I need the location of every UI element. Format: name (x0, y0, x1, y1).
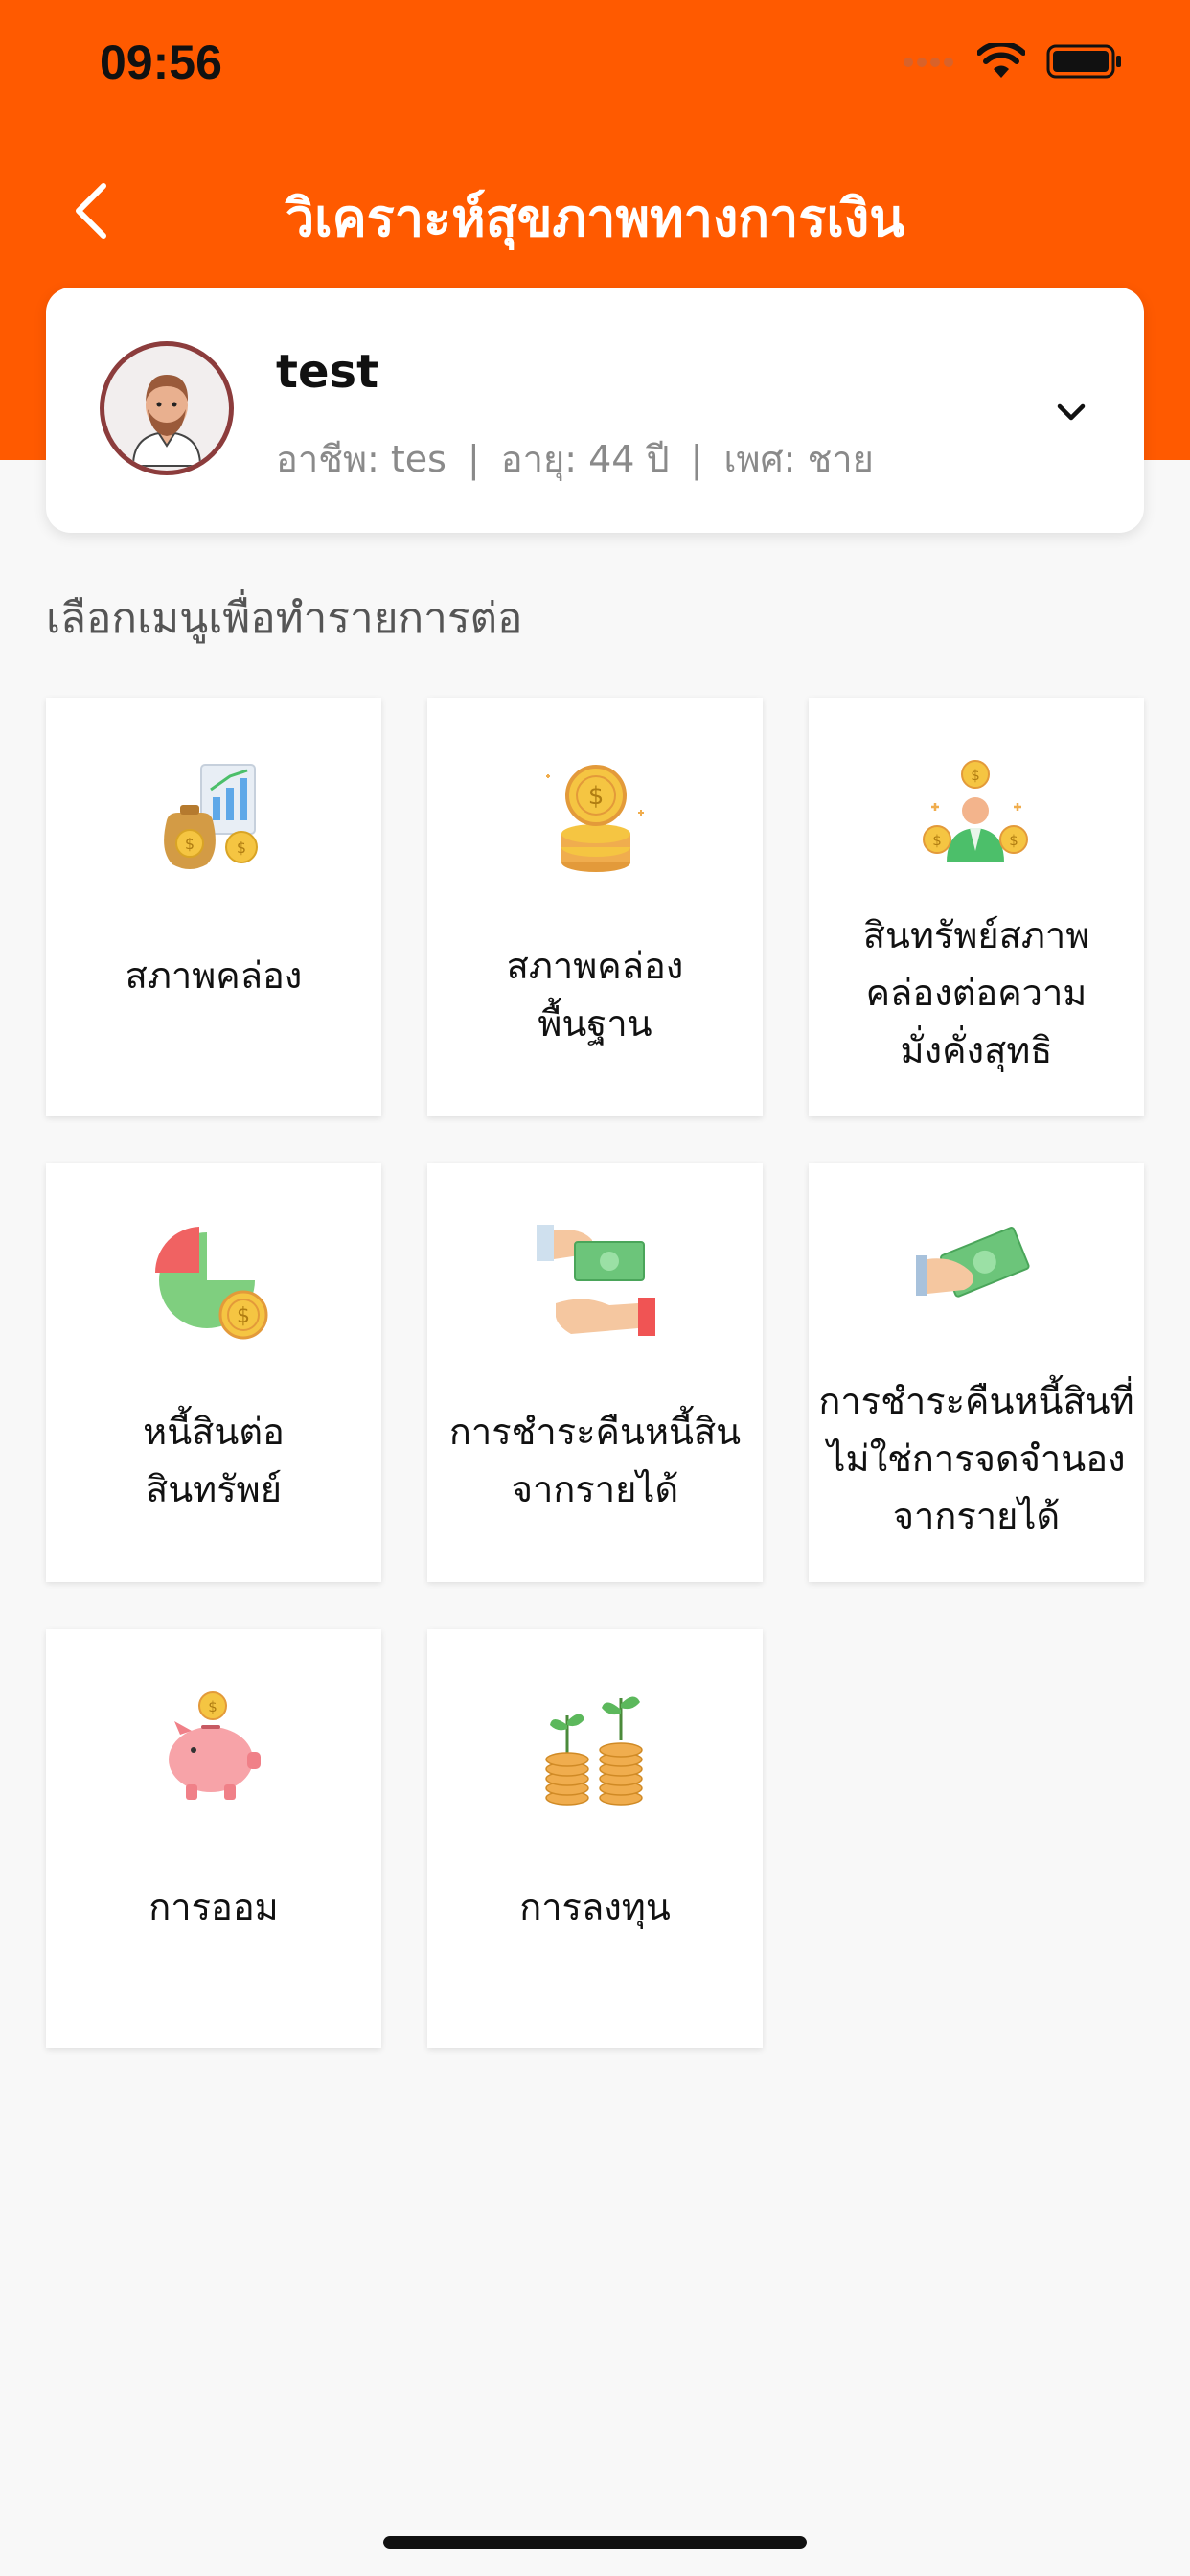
status-icons (903, 40, 1123, 84)
menu-item-debt-to-assets[interactable]: $ หนี้สินต่อ สินทรัพย์ (46, 1163, 381, 1582)
separator: | (467, 438, 480, 480)
menu-item-basic-liquidity[interactable]: $ สภาพคล่อง พื้นฐาน (427, 698, 763, 1116)
menu-item-liquidity[interactable]: $ $ สภาพคล่อง (46, 698, 381, 1116)
menu-item-label: การชำระคืนหนี้สิน จากรายได้ (448, 1411, 742, 1510)
menu-item-label: สภาพคล่อง พื้นฐาน (506, 945, 684, 1045)
svg-text:$: $ (1009, 832, 1018, 849)
status-time: 09:56 (100, 35, 222, 89)
home-indicator[interactable] (383, 2536, 807, 2549)
svg-text:$: $ (932, 832, 942, 849)
coins-stack-icon: $ (546, 765, 644, 872)
svg-text:$: $ (185, 835, 195, 853)
svg-text:$: $ (971, 767, 980, 784)
menu-item-savings[interactable]: $ การออม (46, 1629, 381, 2048)
menu-item-label: สินทรัพย์สภาพ คล่องต่อความ มั่งคั่งสุทธิ (862, 914, 1090, 1071)
navigation-bar: วิเคราะห์สุขภาพทางการเงิน (0, 163, 1190, 259)
separator: | (690, 438, 703, 480)
status-bar: 09:56 (0, 0, 1190, 134)
menu-item-label: สภาพคล่อง (125, 954, 303, 997)
chevron-down-icon[interactable] (1052, 393, 1090, 431)
svg-text:$: $ (588, 782, 605, 811)
menu-item-debt-repayment-from-income[interactable]: การชำระคืนหนี้สิน จากรายได้ (427, 1163, 763, 1582)
svg-text:$: $ (208, 1698, 217, 1715)
menu-item-investment[interactable]: การลงทุน (427, 1629, 763, 2048)
menu-item-label: การชำระคืนหนี้สินที่ ไม่ใช่การจดจำนอง จา… (818, 1380, 1134, 1537)
profile-name: test (276, 345, 379, 399)
menu-item-liquid-assets-to-net-worth[interactable]: $ $ $ สินทรัพย์สภาพ คล่องต่อความ มั่งคั่… (809, 698, 1144, 1116)
battery-icon (1046, 42, 1123, 84)
wifi-icon (976, 40, 1026, 83)
coins-plant-icon (545, 1696, 643, 1806)
profile-details: อาชีพ: tes | อายุ: 44 ปี | เพศ: ชาย (276, 429, 874, 488)
profile-occupation: อาชีพ: tes (276, 438, 446, 480)
piggy-bank-icon: $ (169, 1691, 261, 1800)
profile-gender: เพศ: ชาย (723, 438, 874, 480)
svg-text:$: $ (237, 1304, 250, 1328)
money-bag-report-icon: $ $ (164, 764, 258, 869)
signal-icon (903, 55, 956, 73)
avatar (100, 341, 234, 475)
menu-heading: เลือกเมนูเพื่อทำรายการต่อ (46, 594, 523, 643)
hand-over-cash-icon (537, 1225, 655, 1336)
menu-item-label: การลงทุน (519, 1886, 671, 1928)
menu-item-label: หนี้สินต่อ สินทรัพย์ (143, 1411, 285, 1510)
profile-age: อายุ: 44 ปี (500, 438, 670, 480)
page-title: วิเคราะห์สุขภาพทางการเงิน (285, 188, 905, 248)
menu-item-non-mortgage-debt-repayment[interactable]: การชำระคืนหนี้สินที่ ไม่ใช่การจดจำนอง จา… (809, 1163, 1144, 1582)
profile-card[interactable]: test อาชีพ: tes | อายุ: 44 ปี | เพศ: ชาย (46, 288, 1144, 533)
hand-cash-icon (916, 1227, 1030, 1298)
user-avatar-icon (131, 375, 202, 467)
svg-text:$: $ (237, 839, 246, 857)
pie-chart-coin-icon: $ (154, 1227, 268, 1340)
menu-item-label: การออม (149, 1886, 279, 1928)
person-coins-icon: $ $ $ (923, 760, 1028, 862)
